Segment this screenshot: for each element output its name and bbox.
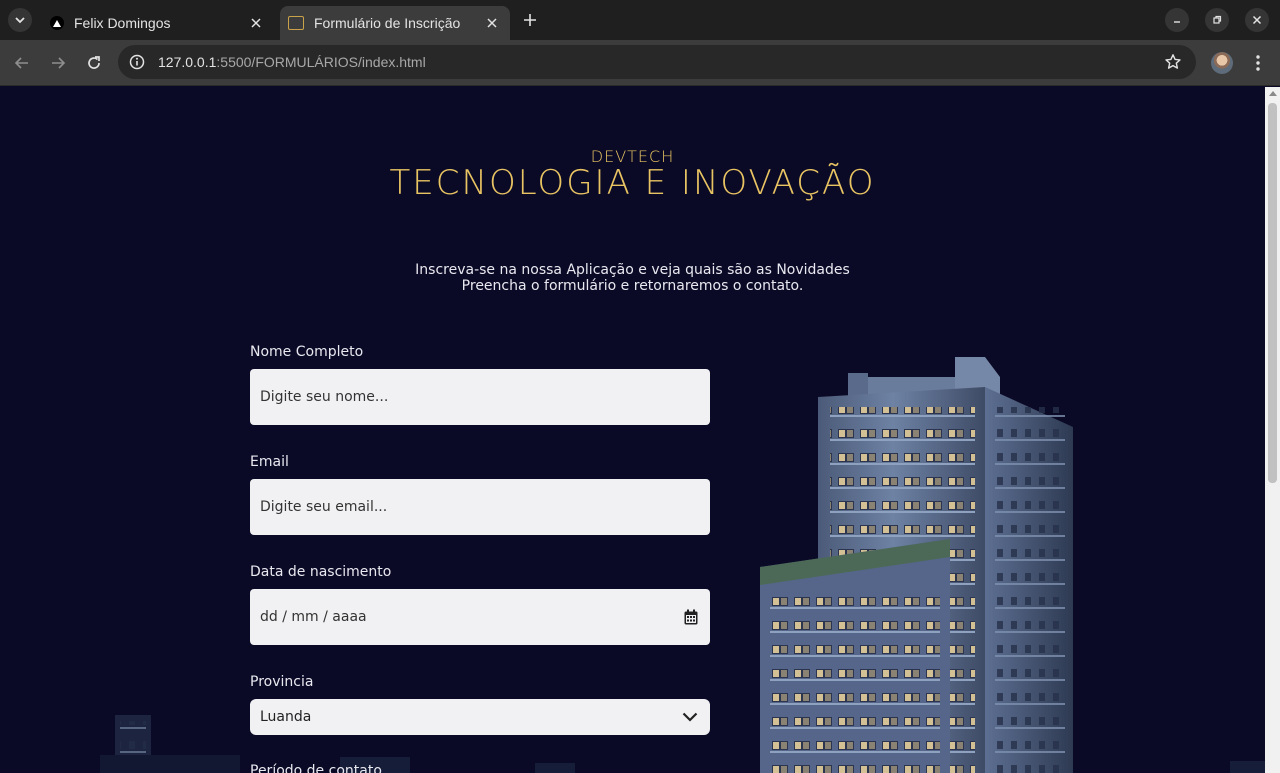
name-placeholder: Digite seu nome... [260, 389, 389, 405]
new-tab-button[interactable] [518, 10, 542, 30]
intro-line-1: Inscreva-se na nossa Aplicação e veja qu… [415, 262, 850, 278]
forward-button[interactable] [46, 51, 70, 75]
bookmark-star-icon[interactable] [1164, 53, 1182, 71]
url-text: 127.0.0.1:5500/FORMULÁRIOS/index.html [158, 54, 426, 70]
page-title: TECNOLOGIA E INOVAÇÃO [389, 163, 876, 203]
restore-icon [1213, 15, 1222, 24]
browser-menu-button[interactable] [1250, 52, 1266, 74]
arrow-left-icon [14, 57, 28, 69]
arrow-right-icon [52, 57, 66, 69]
plus-icon [524, 14, 536, 26]
address-bar[interactable]: 127.0.0.1:5500/FORMULÁRIOS/index.html [118, 45, 1196, 79]
email-input[interactable]: Digite seu email... [250, 479, 710, 535]
tab-felix-domingos[interactable]: Felix Domingos [40, 6, 274, 40]
reload-icon [88, 56, 100, 69]
close-icon[interactable] [248, 15, 264, 31]
close-window-button[interactable] [1245, 8, 1269, 32]
intro-text: Inscreva-se na nossa Aplicação e veja qu… [0, 262, 1265, 294]
birthdate-placeholder: dd / mm / aaaa [260, 609, 367, 625]
back-button[interactable] [10, 51, 34, 75]
contact-period-label: Período de contato [250, 763, 382, 773]
close-icon[interactable] [484, 15, 500, 31]
tab-strip: Felix Domingos Formulário de Inscrição [0, 0, 1280, 40]
chevron-down-icon [682, 712, 698, 722]
tab-search-button[interactable] [8, 8, 32, 32]
minimize-button[interactable] [1165, 8, 1189, 32]
site-info-icon[interactable] [128, 53, 146, 71]
scroll-up-arrow-icon[interactable] [1269, 91, 1277, 96]
email-label: Email [250, 454, 289, 470]
profile-avatar[interactable] [1211, 52, 1233, 74]
close-icon [1252, 15, 1262, 25]
province-value: Luanda [260, 709, 312, 725]
browser-toolbar: 127.0.0.1:5500/FORMULÁRIOS/index.html [0, 40, 1280, 86]
page-favicon-icon [288, 16, 304, 30]
vercel-favicon-icon [50, 16, 64, 30]
calendar-icon[interactable] [684, 609, 698, 625]
province-select[interactable]: Luanda [250, 699, 710, 735]
name-label: Nome Completo [250, 344, 364, 360]
birthdate-label: Data de nascimento [250, 564, 392, 580]
intro-line-2: Preencha o formulário e retornaremos o c… [461, 278, 804, 294]
tab-title: Formulário de Inscrição [314, 15, 461, 31]
more-vertical-icon [1256, 55, 1260, 71]
restore-button[interactable] [1205, 8, 1229, 32]
scrollbar-thumb[interactable] [1268, 103, 1277, 483]
chevron-down-icon [15, 17, 25, 24]
email-placeholder: Digite seu email... [260, 499, 388, 515]
page-viewport: DEVTECH TECNOLOGIA E INOVAÇÃO Inscreva-s… [0, 87, 1265, 773]
page-scrollbar[interactable] [1265, 87, 1280, 773]
province-label: Provincia [250, 674, 314, 690]
name-input[interactable]: Digite seu nome... [250, 369, 710, 425]
birthdate-input[interactable]: dd / mm / aaaa [250, 589, 710, 645]
minimize-icon [1174, 21, 1180, 23]
tab-formulario[interactable]: Formulário de Inscrição [280, 6, 510, 40]
reload-button[interactable] [82, 51, 106, 75]
tab-title: Felix Domingos [74, 15, 171, 31]
